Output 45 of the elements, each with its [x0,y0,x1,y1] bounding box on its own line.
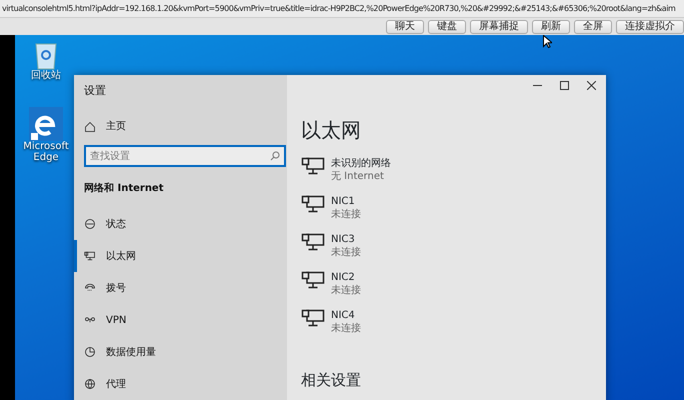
status-icon [84,218,96,230]
network-adapter-icon [301,271,325,289]
close-button[interactable] [587,81,596,90]
adapter-status: 未连接 [331,208,361,221]
toolbar-button[interactable]: 刷新 [532,20,570,34]
home-nav-item[interactable]: 主页 [74,110,287,142]
toolbar-button[interactable]: 连接虚拟介 [616,20,684,34]
edge-browser-icon [29,107,63,141]
toolbar-button[interactable]: 屏幕捕捉 [470,20,528,34]
mouse-cursor-icon [543,35,552,48]
adapter-status: 未连接 [331,322,361,335]
data-icon [84,346,96,358]
section-heading: 网络和 Internet [84,182,164,196]
nav-item[interactable]: 状态 [74,208,287,240]
network-adapter-icon [301,309,325,327]
toolbar-button[interactable]: 聊天 [386,20,424,34]
adapter-name[interactable]: NIC1 [331,195,361,208]
search-icon [270,151,280,162]
window-title: 设置 [84,83,107,99]
network-adapter-icon [301,233,325,251]
toolbar-button[interactable]: 键盘 [428,20,466,34]
nav-item[interactable]: 代理 [74,368,287,400]
adapter-status: 未连接 [331,284,361,297]
adapter-status: 无 Internet [331,170,385,183]
ethernet-icon [84,250,96,262]
adapter-name[interactable]: 未识别的网络 [331,157,391,170]
page-heading: 以太网 [301,117,362,144]
nav-item[interactable]: 拨号 [74,272,287,304]
search-field[interactable]: 查找设置 [84,145,286,168]
desktop-icon-label[interactable]: 回收站 [21,70,71,81]
adapter-status: 未连接 [331,246,361,259]
desktop-icon-label[interactable]: Microsoft Edge [21,141,71,163]
related-settings-heading: 相关设置 [301,370,362,391]
maximize-button[interactable] [560,81,569,90]
network-adapter-icon [301,195,325,213]
nav-item[interactable]: VPN [74,304,287,336]
adapter-name[interactable]: NIC3 [331,233,361,246]
nav-item[interactable]: 数据使用量 [74,336,287,368]
address-url[interactable]: virtualconsolehtml5.html?ipAddr=192.168.1.20&kvmPort=5900&vmPriv=true&title=idrac-H9P2BC2,%20PowerEdge%20R730,%20&#29992;&#25143;&#65306;%20root&lang=zh&aim [0,0,684,18]
toolbar-button[interactable]: 全屏 [574,20,612,34]
home-icon [84,120,96,132]
adapter-name[interactable]: NIC4 [331,309,361,322]
network-adapter-icon [301,157,325,175]
adapter-name[interactable]: NIC2 [331,271,361,284]
proxy-icon [84,378,96,390]
